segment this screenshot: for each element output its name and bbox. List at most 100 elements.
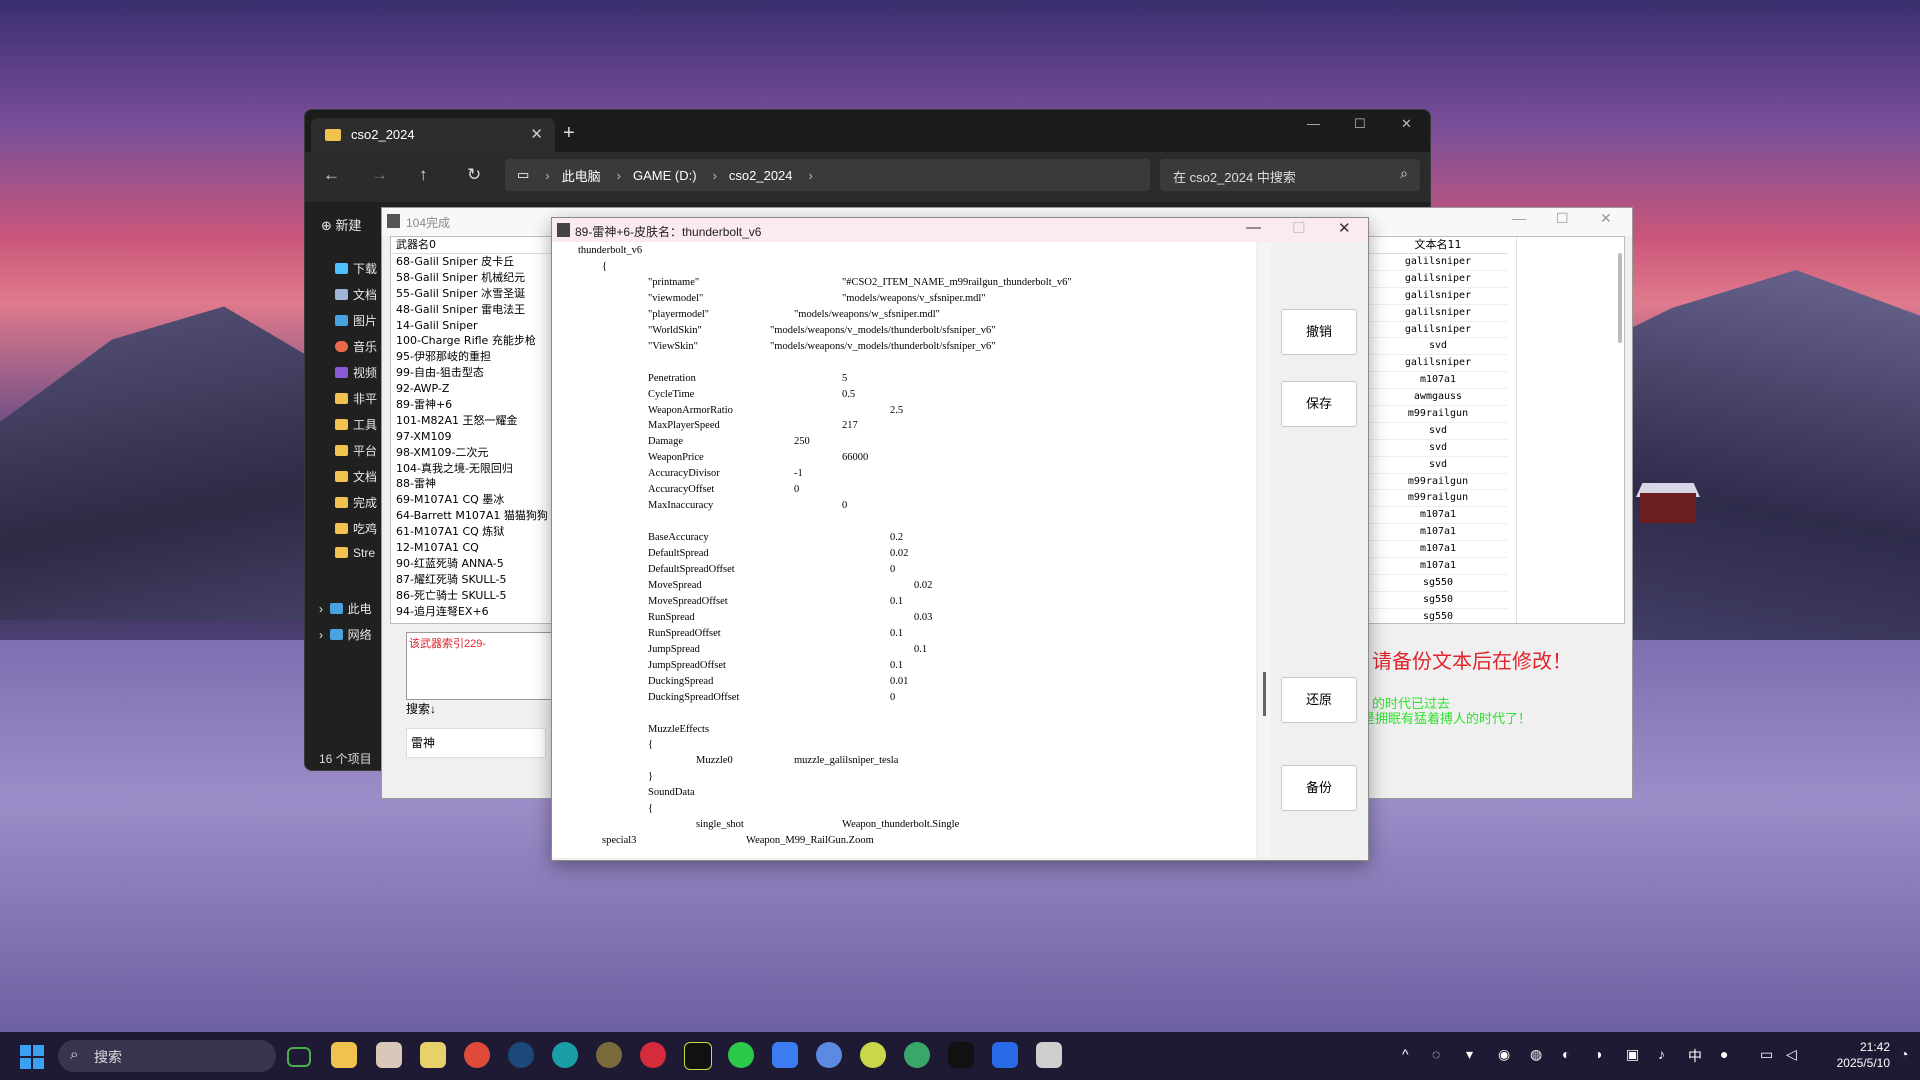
notification-icon[interactable]: ◔ [1900, 1046, 1908, 1062]
avatar-app-icon[interactable] [376, 1042, 402, 1068]
breadcrumb-game-drive[interactable]: GAME (D:) [633, 168, 697, 183]
sidebar-item-folder[interactable]: 文档 [335, 468, 377, 485]
chrome-icon[interactable] [464, 1042, 490, 1068]
sidebar-item-folder[interactable]: 平台 [335, 442, 377, 459]
minimize-button[interactable]: — [1512, 210, 1526, 226]
text-name-list-item[interactable]: galilsniper [1368, 288, 1508, 305]
sidebar-item-folder[interactable]: 吃鸡 [335, 520, 377, 537]
weapon-index-box[interactable]: 该武器索引229- [406, 632, 552, 700]
text-name-list-item[interactable]: m107a1 [1368, 524, 1508, 542]
new-button[interactable]: ⊕ 新建 [321, 215, 362, 234]
app-icon[interactable] [860, 1042, 886, 1068]
text-name-list-item[interactable]: galilsniper [1368, 322, 1508, 339]
tray-app-icon[interactable]: ◉ [1498, 1046, 1510, 1063]
up-button[interactable]: ↑ [419, 165, 428, 185]
text-name-list-item[interactable]: svd [1368, 338, 1508, 356]
app-icon[interactable] [772, 1042, 798, 1068]
text-name-list-item[interactable]: svd [1368, 423, 1508, 440]
tray-app-icon[interactable]: ◌ [1432, 1046, 1440, 1062]
refresh-button[interactable]: ↻ [467, 165, 481, 185]
sidebar-item-folder[interactable]: 完成 [335, 494, 377, 511]
system-clock[interactable]: 21:42 2025/5/10 [1826, 1039, 1890, 1071]
breadcrumb-cso2[interactable]: cso2_2024 [729, 168, 793, 183]
text-name-list-item[interactable]: m107a1 [1368, 558, 1508, 575]
sidebar-item-network[interactable]: › 网络 [319, 626, 372, 643]
text-name-list-item[interactable]: svd [1368, 457, 1508, 474]
text-name-list-item[interactable]: galilsniper [1368, 254, 1508, 271]
input-method-indicator[interactable]: 中 [1688, 1046, 1702, 1066]
sidebar-item-pictures[interactable]: 图片 [335, 312, 377, 329]
sidebar-item-downloads[interactable]: 下载 [335, 260, 377, 277]
scrollbar[interactable] [1618, 253, 1622, 343]
tray-app-icon[interactable]: ▣ [1626, 1046, 1639, 1063]
close-button[interactable]: ✕ [1338, 219, 1351, 237]
text-name-list[interactable]: 文本名11 galilsniper galilsniper galilsniper g… [1367, 236, 1625, 624]
xbox-app-icon[interactable] [287, 1047, 311, 1067]
save-button[interactable]: 保存 [1281, 381, 1357, 427]
cancel-button[interactable]: 撤销 [1281, 309, 1357, 355]
editor-text-area[interactable]: thunderbolt_v6 {"printname" "#CSO2_ITEM_NA… [552, 242, 1256, 858]
text-name-list-item[interactable]: svd [1368, 440, 1508, 457]
text-name-list-item[interactable]: m107a1 [1368, 372, 1508, 390]
text-name-list-item[interactable]: awmgauss [1368, 389, 1508, 407]
minimize-button[interactable]: — [1246, 219, 1261, 236]
tray-app-icon[interactable]: ▾ [1466, 1046, 1473, 1063]
wechat-icon[interactable] [728, 1042, 754, 1068]
sidebar-item-music[interactable]: 音乐 [335, 338, 377, 355]
scrollbar-thumb[interactable] [1263, 672, 1266, 716]
minimize-button[interactable]: — [1307, 116, 1320, 131]
text-name-list-item[interactable]: sg550 [1368, 575, 1508, 592]
text-name-list-item[interactable]: m99railgun [1368, 490, 1508, 508]
text-name-list-item[interactable]: m99railgun [1368, 406, 1508, 423]
sidebar-item-this-pc[interactable]: › 此电 [319, 600, 372, 617]
steam-tray-icon[interactable]: ◐ [1562, 1046, 1570, 1062]
sidebar-item-folder[interactable]: 工具 [335, 416, 377, 433]
close-button[interactable]: ✕ [1600, 210, 1612, 227]
editor-scrollbar[interactable] [1259, 242, 1271, 858]
network-icon[interactable]: ▭ [1760, 1046, 1773, 1063]
chevron-right-icon[interactable]: › [319, 602, 323, 616]
weapon-search-input[interactable]: 雷神 [406, 728, 546, 758]
text-name-list-item[interactable]: m107a1 [1368, 507, 1508, 525]
steam-icon[interactable] [508, 1042, 534, 1068]
app-icon[interactable] [992, 1042, 1018, 1068]
show-hidden-icons-button[interactable]: ^ [1402, 1046, 1409, 1062]
text-name-header[interactable]: 文本名11 [1368, 237, 1508, 254]
close-tab-icon[interactable]: ✕ [530, 125, 543, 143]
explorer-search-input[interactable]: 在 cso2_2024 中搜索 ⌕ [1160, 159, 1420, 191]
text-name-list-item[interactable]: m107a1 [1368, 541, 1508, 559]
tray-app-icon[interactable]: ◑ [1594, 1046, 1602, 1062]
close-button[interactable]: ✕ [1401, 116, 1412, 132]
forward-button[interactable]: → [371, 165, 388, 185]
maximize-button[interactable]: ☐ [1556, 210, 1569, 227]
text-name-list-item[interactable]: galilsniper [1368, 271, 1508, 288]
file-explorer-icon[interactable] [331, 1042, 357, 1068]
volume-icon[interactable]: ◁ [1786, 1046, 1797, 1063]
tray-app-icon[interactable]: ◍ [1530, 1046, 1542, 1063]
app-icon[interactable] [904, 1042, 930, 1068]
notepad-app-icon[interactable] [420, 1042, 446, 1068]
sidebar-item-videos[interactable]: 视频 [335, 364, 377, 381]
text-name-list-item[interactable]: galilsniper [1368, 305, 1508, 322]
capcut-icon[interactable] [948, 1042, 974, 1068]
text-name-list-item[interactable]: sg550 [1368, 592, 1508, 609]
backup-button[interactable]: 备份 [1281, 765, 1357, 811]
text-name-list-item[interactable]: galilsniper [1368, 355, 1508, 373]
app-icon[interactable] [1036, 1042, 1062, 1068]
maximize-button[interactable]: ☐ [1354, 116, 1366, 132]
sidebar-item-documents[interactable]: 文档 [335, 286, 377, 303]
explorer-tab[interactable]: cso2_2024 ✕ [311, 118, 555, 152]
new-tab-button[interactable]: + [563, 122, 575, 145]
app-icon[interactable] [640, 1042, 666, 1068]
back-button[interactable]: ← [323, 165, 340, 185]
address-bar[interactable]: ▭ › 此电脑 › GAME (D:) › cso2_2024 › [505, 159, 1150, 191]
tray-app-icon[interactable]: ● [1720, 1046, 1728, 1062]
sidebar-item-folder[interactable]: 非平 [335, 390, 377, 407]
microphone-icon[interactable]: ♪ [1658, 1046, 1665, 1062]
breadcrumb-this-pc[interactable]: 此电脑 [562, 166, 601, 185]
chevron-right-icon[interactable]: › [319, 628, 323, 642]
text-name-list-item[interactable]: m99railgun [1368, 474, 1508, 491]
app-icon[interactable] [816, 1042, 842, 1068]
app-icon[interactable] [552, 1042, 578, 1068]
sidebar-item-folder[interactable]: Stre [335, 546, 375, 560]
